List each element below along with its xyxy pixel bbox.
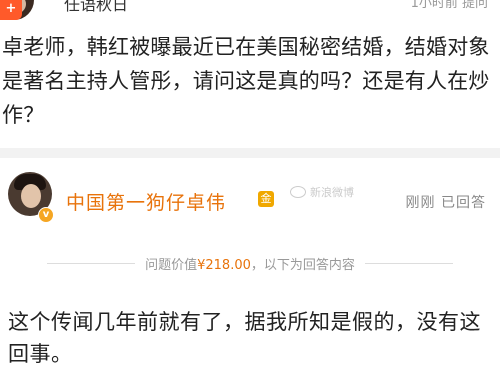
answer-body: 这个传闻几年前就有了，据我所知是假的，没有这回事。 xyxy=(8,310,481,366)
watermark: 新浪微博 xyxy=(290,184,354,200)
divider-right xyxy=(364,262,453,264)
avatar-face xyxy=(21,184,41,208)
answer-status: 刚刚 已回答 xyxy=(405,195,486,211)
top-user-bar: 任语秋日 1小时前 提问 xyxy=(0,0,500,22)
level-badge-icon: 金 xyxy=(258,191,274,207)
watermark-text: 新浪微博 xyxy=(310,186,354,199)
verified-badge-icon: v xyxy=(38,207,54,223)
price-value: ¥218.00 xyxy=(197,257,251,273)
weibo-eye-icon xyxy=(290,186,306,198)
answerer-name[interactable]: 中国第一狗仔卓伟 xyxy=(66,188,226,215)
divider-left xyxy=(47,262,136,264)
answer-header: v 中国第一狗仔卓伟 金 新浪微博 刚刚 已回答 xyxy=(0,158,500,238)
price-text: 问题价值¥218.00，以下为回答内容 xyxy=(145,254,355,273)
price-suffix: ，以下为回答内容 xyxy=(250,257,355,273)
price-row: 问题价值¥218.00，以下为回答内容 xyxy=(0,248,500,278)
question-text: 卓老师，韩红被曝最近已在美国秘密结婚，结婚对象是著名主持人管彤，请问这是真的吗？… xyxy=(2,35,490,127)
section-divider xyxy=(0,148,500,158)
asker-name[interactable]: 任语秋日 xyxy=(64,0,128,15)
price-label: 问题价值 xyxy=(145,257,198,273)
corner-plus-icon[interactable]: + xyxy=(0,0,22,20)
question-meta: 1小时前 提问 xyxy=(410,0,488,11)
